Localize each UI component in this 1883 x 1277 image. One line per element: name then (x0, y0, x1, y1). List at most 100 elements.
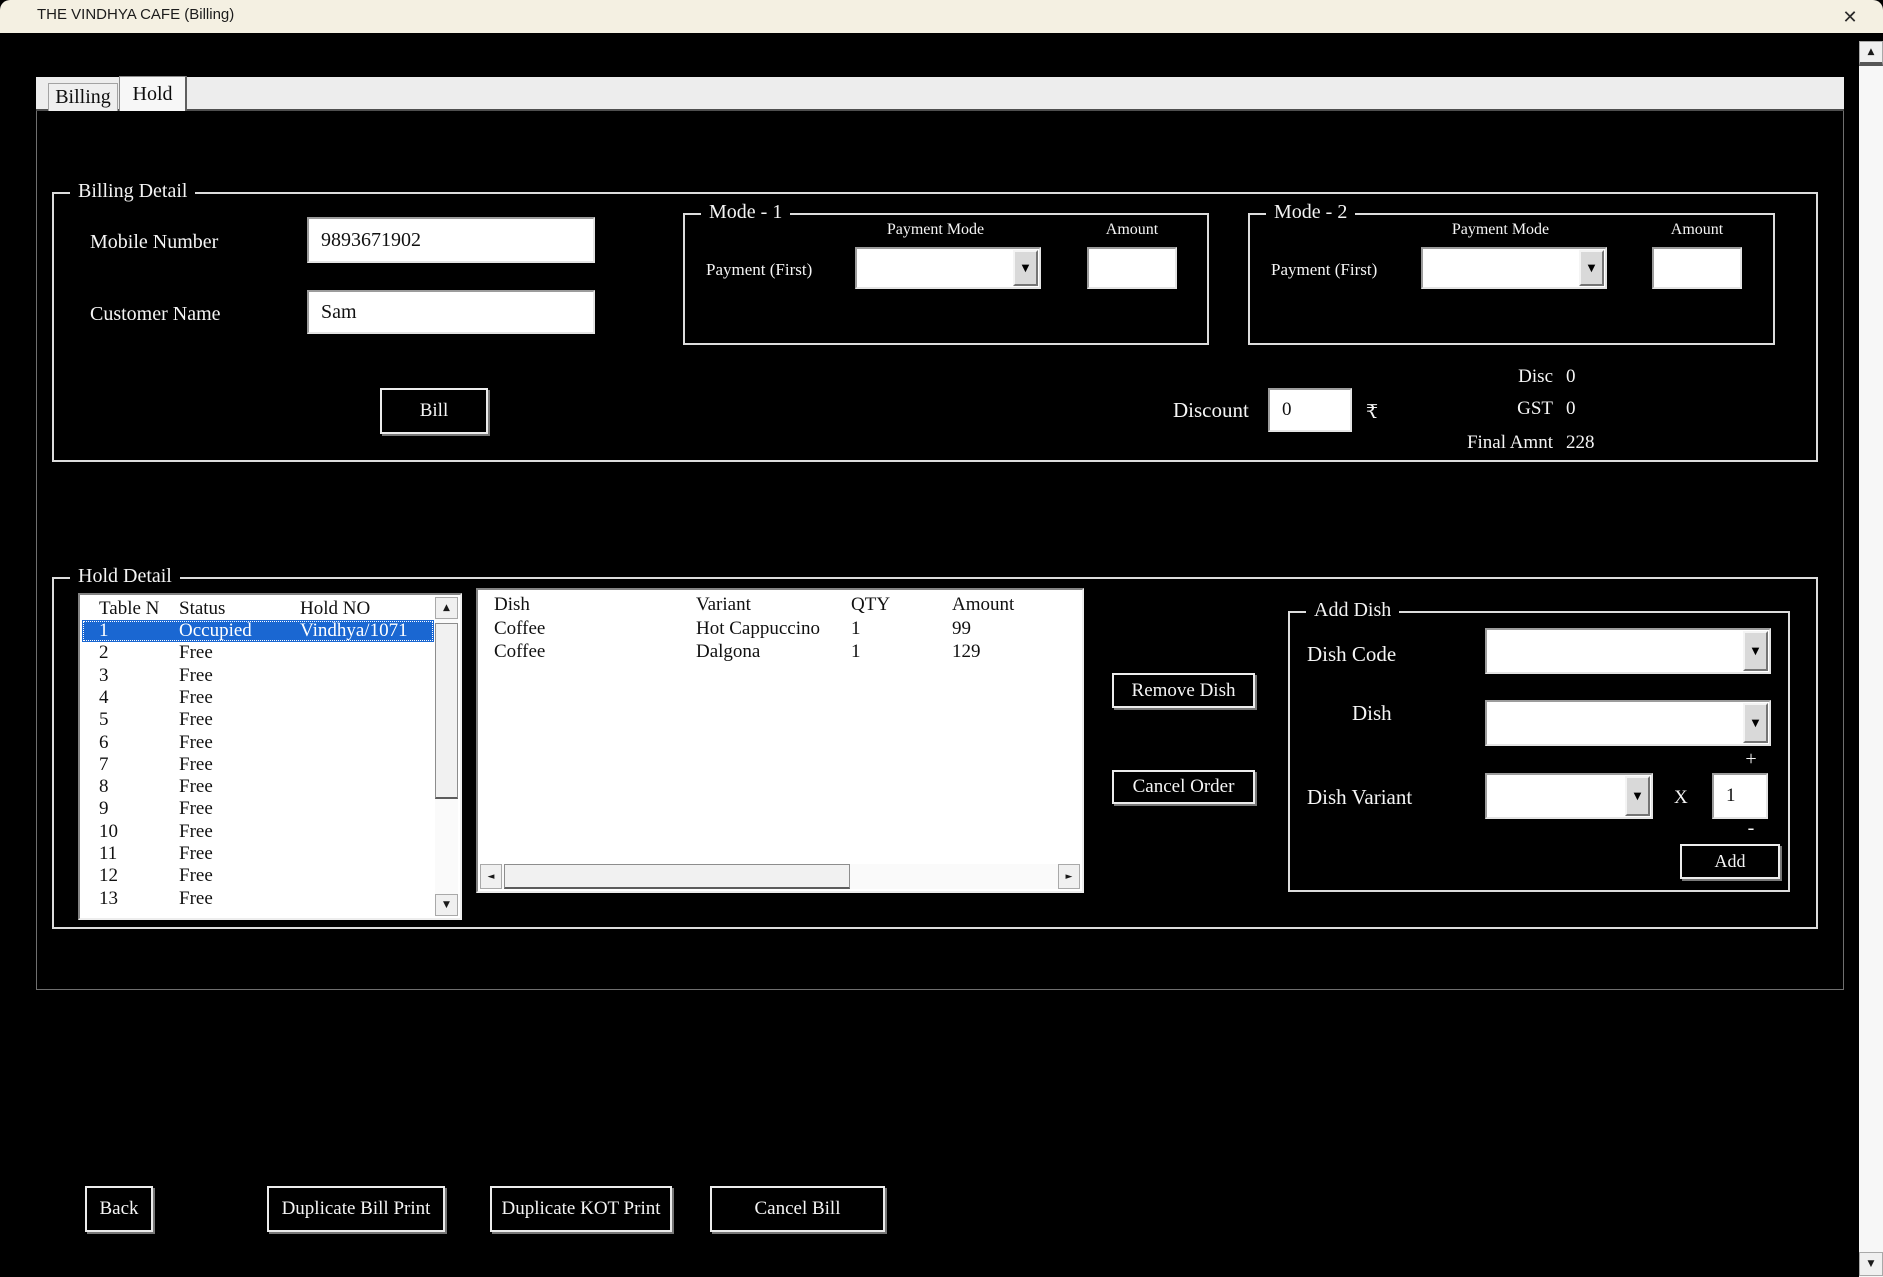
payment-mode-label: Payment Mode (853, 221, 1018, 239)
cell: Free (179, 642, 213, 664)
table-row[interactable]: 4Free (82, 687, 434, 709)
chevron-down-icon[interactable]: ▼ (1625, 776, 1650, 816)
tab-billing[interactable]: Billing (48, 83, 118, 111)
mobile-number-label: Mobile Number (90, 231, 218, 254)
quantity-increase-label[interactable]: + (1736, 748, 1766, 771)
cell: 6 (99, 732, 109, 754)
scroll-left-icon[interactable]: ◄ (480, 864, 502, 889)
table-row[interactable]: 12Free (82, 865, 434, 887)
cell: Free (179, 687, 213, 709)
remove-dish-button[interactable]: Remove Dish (1112, 673, 1255, 708)
tab-hold[interactable]: Hold (119, 76, 187, 111)
dish-list-scrollbar[interactable]: ◄ ► (480, 864, 1080, 889)
column-header: Status (179, 598, 225, 620)
table-row[interactable]: 6Free (82, 732, 434, 754)
dish-label: Dish (1352, 701, 1392, 726)
cell: 8 (99, 776, 109, 798)
discount-label: Discount (1173, 398, 1249, 423)
column-header: Dish (494, 594, 530, 616)
dish-code-value (1491, 634, 1739, 668)
payment-mode-select[interactable]: ▼ (1421, 247, 1607, 289)
cell: Free (179, 865, 213, 887)
duplicate-bill-print-button[interactable]: Duplicate Bill Print (267, 1186, 445, 1232)
chevron-down-icon[interactable]: ▼ (1579, 250, 1604, 286)
cell: 10 (99, 821, 118, 843)
group-title: Hold Detail (70, 565, 180, 588)
cell: 11 (99, 843, 117, 865)
cell: 1 (99, 620, 109, 642)
duplicate-kot-print-button[interactable]: Duplicate KOT Print (490, 1186, 672, 1232)
discount-input[interactable] (1268, 388, 1352, 432)
scroll-down-icon[interactable]: ▼ (435, 894, 458, 916)
scrollbar-thumb[interactable] (504, 864, 850, 889)
dish-code-label: Dish Code (1307, 642, 1396, 667)
cell: Coffee (494, 641, 545, 663)
amount-label: Amount (1647, 221, 1747, 239)
scroll-up-icon[interactable]: ▲ (1859, 41, 1883, 66)
order-dish-list[interactable]: Dish Variant QTY Amount CoffeeHot Cappuc… (476, 588, 1084, 893)
table-row[interactable]: 7Free (82, 754, 434, 776)
scroll-down-icon[interactable]: ▼ (1859, 1252, 1883, 1276)
disc-label: Disc (1353, 366, 1553, 388)
table-row[interactable]: 8Free (82, 776, 434, 798)
amount-input[interactable] (1652, 247, 1742, 289)
bill-button[interactable]: Bill (380, 388, 488, 434)
window-title: THE VINDHYA CAFE (Billing) (37, 6, 234, 23)
title-bar: THE VINDHYA CAFE (Billing) ✕ (0, 0, 1883, 33)
multiply-label: X (1674, 787, 1688, 809)
cell: 1 (851, 641, 861, 663)
table-row[interactable]: 13Free (82, 888, 434, 910)
amount-input[interactable] (1087, 247, 1177, 289)
cell: Free (179, 798, 213, 820)
table-row[interactable]: 3Free (82, 665, 434, 687)
table-row[interactable]: 1OccupiedVindhya/1071 (82, 620, 434, 642)
cell: Free (179, 754, 213, 776)
add-button[interactable]: Add (1680, 844, 1780, 879)
cell: 13 (99, 888, 118, 910)
cell: 129 (952, 641, 981, 663)
cancel-bill-button[interactable]: Cancel Bill (710, 1186, 885, 1232)
dish-select[interactable]: ▼ (1485, 700, 1771, 746)
amount-label: Amount (1082, 221, 1182, 239)
scrollbar-thumb[interactable] (435, 623, 458, 799)
group-title: Billing Detail (70, 180, 195, 203)
cancel-order-button[interactable]: Cancel Order (1112, 770, 1255, 804)
table-row[interactable]: CoffeeHot Cappuccino199 (480, 618, 1080, 640)
cell: Free (179, 709, 213, 731)
customer-name-input[interactable] (307, 290, 595, 334)
scroll-up-icon[interactable]: ▲ (435, 597, 458, 619)
chevron-down-icon[interactable]: ▼ (1013, 250, 1038, 286)
tab-strip: Billing Hold (36, 77, 1844, 111)
hold-table-list[interactable]: Table N Status Hold NO 1OccupiedVindhya/… (78, 593, 462, 920)
close-icon[interactable]: ✕ (1837, 4, 1863, 30)
table-row[interactable]: 9Free (82, 798, 434, 820)
quantity-decrease-label[interactable]: - (1736, 817, 1766, 840)
table-row[interactable]: 11Free (82, 843, 434, 865)
column-header: Hold NO (300, 598, 370, 620)
payment-mode-value (861, 253, 1009, 283)
table-list-scrollbar[interactable]: ▲ ▼ (435, 597, 458, 916)
table-row[interactable]: Coffee Dalgona 1 129 (480, 641, 1080, 663)
back-button[interactable]: Back (85, 1186, 153, 1232)
chevron-down-icon[interactable]: ▼ (1743, 631, 1768, 671)
dish-code-select[interactable]: ▼ (1485, 628, 1771, 674)
gst-value: 0 (1566, 398, 1576, 420)
table-row[interactable]: 2Free (82, 642, 434, 664)
scroll-right-icon[interactable]: ► (1058, 864, 1080, 889)
app-window: THE VINDHYA CAFE (Billing) ✕ ▲ ▼ Billing… (0, 0, 1883, 1277)
dish-variant-select[interactable]: ▼ (1485, 773, 1653, 819)
table-row[interactable]: 10 Free (82, 821, 434, 843)
window-scrollbar[interactable]: ▲ ▼ (1859, 41, 1883, 1277)
quantity-input[interactable] (1712, 773, 1768, 819)
table-row[interactable]: 5Free (82, 709, 434, 731)
cell: Free (179, 821, 213, 843)
payment-first-label: Payment (First) (706, 260, 812, 280)
dish-variant-label: Dish Variant (1307, 785, 1412, 810)
chevron-down-icon[interactable]: ▼ (1743, 703, 1768, 743)
cell: 99 (952, 618, 971, 640)
payment-mode-select[interactable]: ▼ (855, 247, 1041, 289)
column-header: Amount (952, 594, 1014, 616)
mobile-number-input[interactable] (307, 217, 595, 263)
cell: Dalgona (696, 641, 760, 663)
dish-variant-value (1491, 779, 1621, 813)
